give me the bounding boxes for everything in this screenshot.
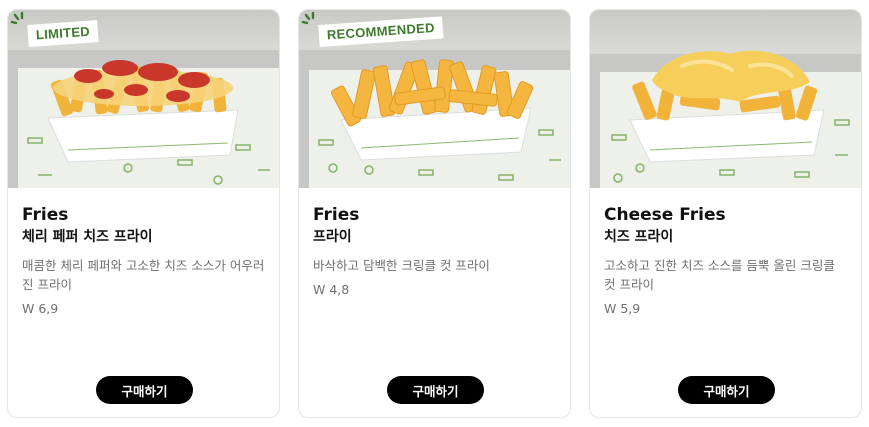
product-description: 바삭하고 담백한 크링클 컷 프라이 (313, 258, 490, 273)
product-description: 고소하고 진한 치즈 소스를 듬뿍 올린 크링클 컷 프라이 (604, 258, 835, 292)
product-info: Fries 프라이 바삭하고 담백한 크링클 컷 프라이 W 4,8 (313, 204, 556, 299)
product-subtitle: 체리 페퍼 치즈 프라이 (22, 229, 153, 245)
product-photo[interactable]: LIMITED (8, 10, 279, 188)
buy-button[interactable]: 구매하기 (96, 376, 193, 404)
buy-button[interactable]: 구매하기 (678, 376, 775, 404)
product-price: W 4,8 (313, 282, 350, 297)
product-card[interactable]: Cheese Fries 치즈 프라이 고소하고 진한 치즈 소스를 듬뿍 올린… (589, 9, 862, 418)
product-subtitle: 치즈 프라이 (604, 229, 674, 245)
product-grid: LIMITED Fries 체리 페퍼 치즈 프라이 매콤한 체리 페퍼와 고소… (0, 0, 869, 427)
product-card[interactable]: RECOMMENDED Fries 프라이 바삭하고 담백한 크링클 컷 프라이… (298, 9, 571, 418)
product-subtitle: 프라이 (313, 229, 352, 245)
sparkle-icon (301, 11, 315, 25)
product-info: Fries 체리 페퍼 치즈 프라이 매콤한 체리 페퍼와 고소한 치즈 소스가… (22, 204, 265, 318)
product-price: W 6,9 (22, 301, 59, 316)
product-info: Cheese Fries 치즈 프라이 고소하고 진한 치즈 소스를 듬뿍 올린… (604, 204, 847, 318)
product-title: Cheese Fries (604, 205, 726, 225)
product-card[interactable]: LIMITED Fries 체리 페퍼 치즈 프라이 매콤한 체리 페퍼와 고소… (7, 9, 280, 418)
buy-button[interactable]: 구매하기 (387, 376, 484, 404)
product-photo[interactable]: RECOMMENDED (299, 10, 570, 188)
product-photo[interactable] (590, 10, 861, 188)
sparkle-icon (10, 11, 24, 25)
product-title: Fries (22, 205, 69, 225)
product-description: 매콤한 체리 페퍼와 고소한 치즈 소스가 어우러진 프라이 (22, 258, 265, 292)
product-price: W 5,9 (604, 301, 641, 316)
product-title: Fries (313, 205, 360, 225)
